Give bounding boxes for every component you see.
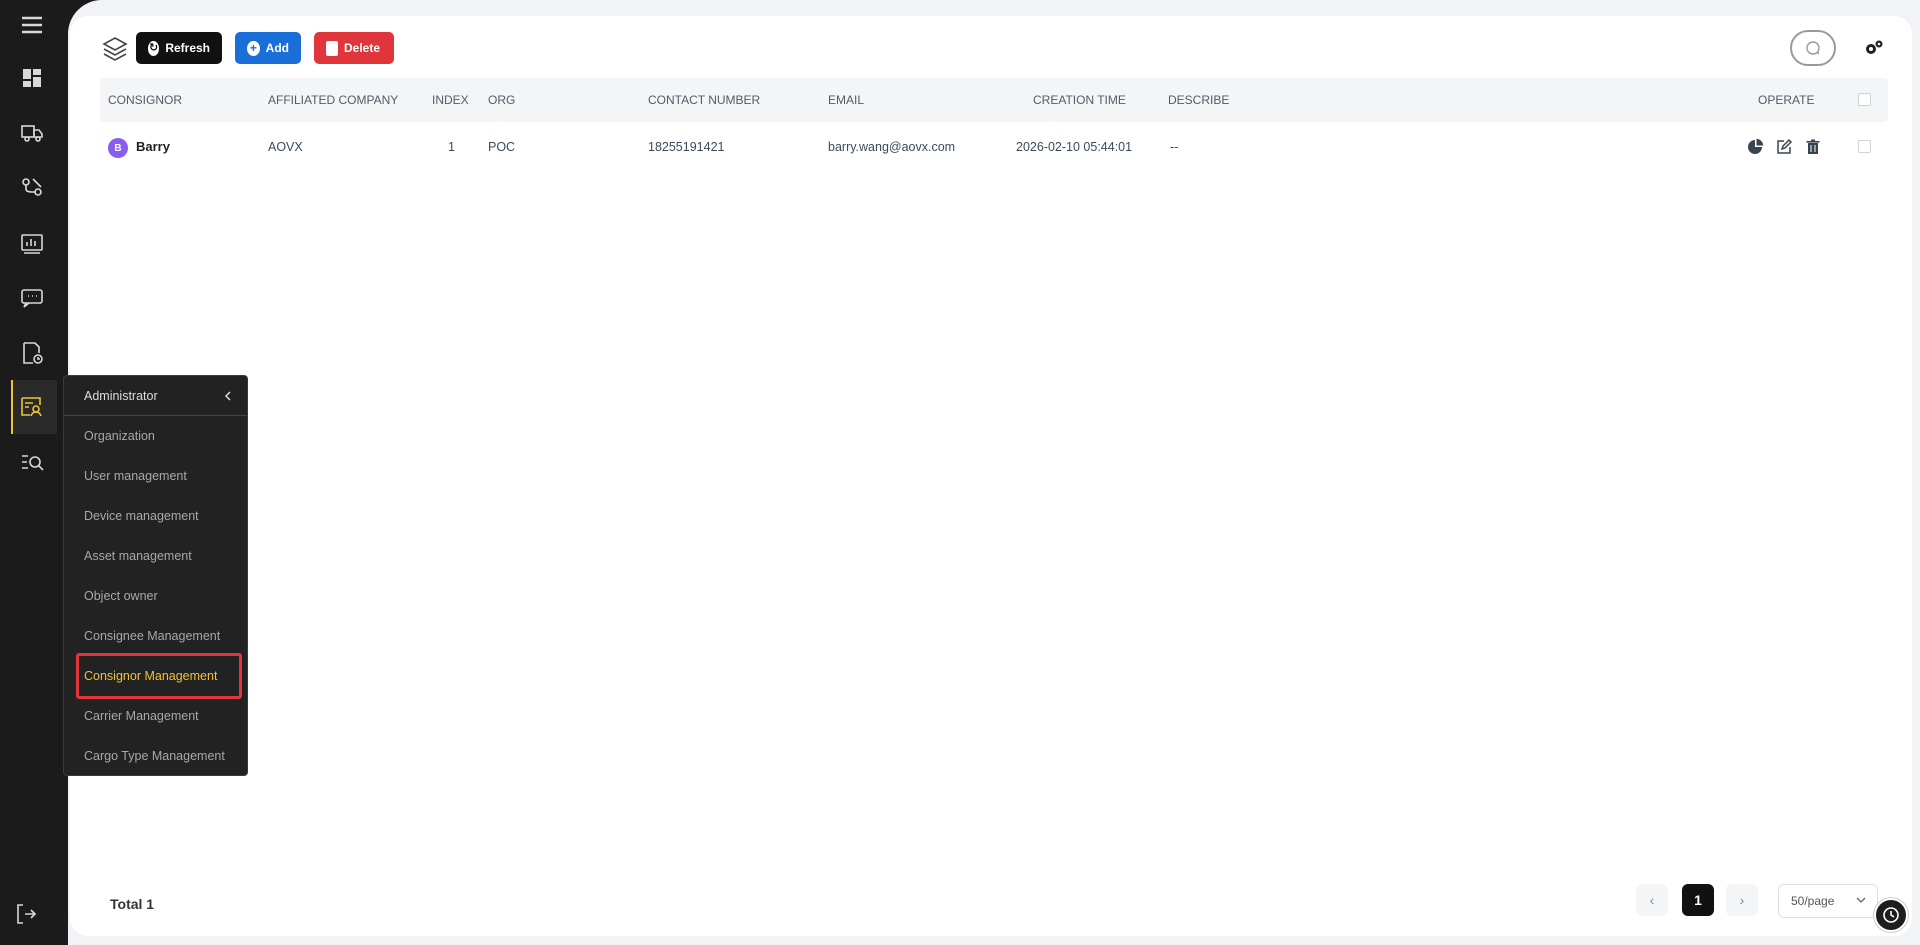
- logout-icon[interactable]: [6, 894, 46, 934]
- selected-item-highlight: [76, 653, 242, 699]
- page-size-value: 50/page: [1791, 894, 1835, 908]
- flyout-title: Administrator: [84, 389, 158, 403]
- affiliated-company-cell: AOVX: [268, 140, 303, 154]
- pie-chart-icon[interactable]: [1746, 138, 1764, 156]
- admin-icon[interactable]: [12, 387, 52, 427]
- history-icon: [1883, 907, 1899, 923]
- menu-item-asset-management[interactable]: Asset management: [64, 536, 247, 576]
- table-row[interactable]: B Barry AOVX 1 POC 18255191421 barry.wan…: [100, 124, 1888, 170]
- chevron-left-icon: ‹: [1649, 892, 1655, 908]
- edit-icon[interactable]: [1775, 138, 1793, 156]
- page-number-button[interactable]: 1: [1682, 884, 1714, 916]
- total-count: Total 1: [110, 896, 155, 912]
- delete-button[interactable]: Delete: [314, 32, 394, 64]
- column-header-index: INDEX: [432, 93, 469, 107]
- column-header-email: EMAIL: [828, 93, 865, 107]
- hamburger-icon[interactable]: [12, 5, 52, 45]
- trash-icon[interactable]: [1804, 138, 1822, 156]
- creation-time-cell: 2026-02-10 05:44:01: [1016, 140, 1133, 154]
- org-cell: POC: [488, 140, 516, 154]
- refresh-label: Refresh: [165, 41, 210, 55]
- dashboard-icon[interactable]: [12, 58, 52, 98]
- column-header-contact-number: CONTACT NUMBER: [648, 93, 761, 107]
- select-all-checkbox[interactable]: [1858, 93, 1871, 106]
- truck-icon[interactable]: [12, 113, 52, 153]
- delete-label: Delete: [344, 41, 381, 55]
- layers-icon[interactable]: [100, 34, 130, 64]
- search-list-icon[interactable]: [12, 443, 52, 483]
- menu-item-cargo-type-management[interactable]: Cargo Type Management: [64, 736, 247, 776]
- route-icon[interactable]: [12, 168, 52, 208]
- index-cell: 1: [448, 140, 455, 154]
- sidebar-rail: [0, 0, 68, 945]
- document-clock-icon[interactable]: [12, 333, 52, 373]
- column-header-consignor: CONSIGNOR: [108, 93, 183, 107]
- search-button[interactable]: [1790, 30, 1836, 66]
- plus-circle-icon: +: [247, 40, 260, 56]
- add-button[interactable]: + Add: [235, 32, 301, 64]
- history-button[interactable]: [1874, 898, 1908, 932]
- describe-cell: --: [1170, 140, 1179, 154]
- content-card: ↻ Refresh + Add Delete CONSIGNOR AFFILIA…: [70, 16, 1912, 936]
- message-icon[interactable]: [12, 278, 52, 318]
- page-size-select[interactable]: 50/page: [1778, 884, 1878, 918]
- menu-item-consignee-management[interactable]: Consignee Management: [64, 616, 247, 656]
- main-area: ↻ Refresh + Add Delete CONSIGNOR AFFILIA…: [68, 0, 1920, 945]
- menu-item-carrier-management[interactable]: Carrier Management: [64, 696, 247, 736]
- chevron-down-icon: [1856, 897, 1866, 903]
- flyout-header: Administrator: [64, 376, 247, 416]
- refresh-icon: ↻: [148, 40, 160, 56]
- menu-item-organization[interactable]: Organization: [64, 416, 247, 456]
- row-checkbox[interactable]: [1858, 140, 1871, 153]
- menu-item-object-owner[interactable]: Object owner: [64, 576, 247, 616]
- admin-flyout-menu: Administrator Organization User manageme…: [63, 375, 248, 776]
- chevron-left-icon[interactable]: [223, 390, 233, 402]
- report-icon[interactable]: [12, 223, 52, 263]
- gear-icon[interactable]: [1864, 38, 1884, 58]
- contact-number-cell: 18255191421: [648, 140, 725, 154]
- trash-icon: [326, 40, 338, 56]
- column-header-operate: OPERATE: [1758, 93, 1815, 107]
- column-header-affiliated-company: AFFILIATED COMPANY: [268, 93, 399, 107]
- prev-page-button[interactable]: ‹: [1636, 884, 1668, 916]
- avatar: B: [108, 138, 128, 158]
- add-label: Add: [265, 41, 289, 55]
- menu-item-device-management[interactable]: Device management: [64, 496, 247, 536]
- email-cell: barry.wang@aovx.com: [828, 140, 956, 154]
- search-icon: [1806, 41, 1820, 55]
- refresh-button[interactable]: ↻ Refresh: [136, 32, 222, 64]
- consignor-name: Barry: [136, 139, 170, 154]
- column-header-org: ORG: [488, 93, 516, 107]
- next-page-button[interactable]: ›: [1726, 884, 1758, 916]
- column-header-creation-time: CREATION TIME: [1033, 93, 1126, 107]
- column-header-describe: DESCRIBE: [1168, 93, 1230, 107]
- menu-item-user-management[interactable]: User management: [64, 456, 247, 496]
- table-header: CONSIGNOR AFFILIATED COMPANY INDEX ORG C…: [100, 78, 1888, 122]
- chevron-right-icon: ›: [1739, 892, 1745, 908]
